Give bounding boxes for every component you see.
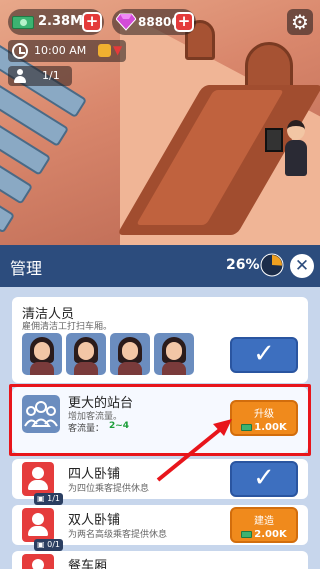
cleaner-avatar: [154, 333, 194, 375]
sleeper2-card: ▣ 0/1 双人卧铺 为两名高级乘客提供休息 建造 2.00K: [12, 505, 308, 551]
cash-amount: 2.38M: [38, 14, 84, 29]
person-icon: [14, 69, 26, 83]
cleaner-avatar: [66, 333, 106, 375]
dining-title: 餐车厢: [68, 559, 108, 569]
progress-percent: 26%: [226, 257, 260, 273]
sleeper2-subtitle: 为两名高级乘客提供休息: [68, 530, 168, 540]
add-gems-button[interactable]: +: [174, 12, 194, 32]
game-scene: [0, 0, 320, 245]
staff-worker-head: [287, 120, 305, 140]
settings-button[interactable]: ⚙: [287, 9, 313, 35]
sleeper2-title: 双人卧铺: [68, 513, 121, 528]
gem-icon: [116, 13, 136, 31]
highlight-frame: [9, 384, 311, 456]
close-button[interactable]: ✕: [290, 254, 314, 278]
monitor: [265, 128, 283, 152]
cleaner-avatar: [110, 333, 150, 375]
progress-pie-icon: [260, 253, 284, 277]
sleeper4-title: 四人卧铺: [68, 467, 121, 482]
passenger-count-display: 1/1: [8, 66, 72, 86]
build-label: 建造: [254, 516, 274, 527]
gear-icon: ⚙: [291, 10, 309, 34]
passenger-icon: [22, 462, 54, 496]
management-panel: 管理 26% ✕ 清洁人员 雇佣清洁工打扫车厢。 ✓ 更大的站台 增加客流量。 …: [0, 245, 320, 569]
staff-worker: [285, 140, 307, 176]
passenger-icon: [22, 554, 54, 569]
game-time: 10:00 AM: [34, 44, 87, 57]
sleeper4-count-badge: ▣ 1/1: [34, 493, 63, 505]
dining-card: 餐车厢: [12, 551, 308, 569]
cash-icon: [12, 16, 34, 29]
build-price: 2.00K: [254, 529, 287, 540]
cleaner-avatar: [22, 333, 62, 375]
sleeper4-subtitle: 为四位乘客提供休息: [68, 484, 150, 494]
panel-header: 管理 26% ✕: [0, 245, 320, 287]
clock-icon: [12, 43, 28, 59]
cleaner-done-button[interactable]: ✓: [230, 337, 298, 373]
bus-icon: [98, 44, 111, 57]
arrow-down-icon: ▼: [113, 43, 123, 57]
passenger-icon: [22, 508, 54, 542]
panel-title: 管理: [10, 259, 43, 278]
cash-icon: [241, 530, 253, 538]
sleeper2-count-badge: ▣ 0/1: [34, 539, 63, 551]
gem-display: 88800 +: [112, 9, 196, 35]
add-cash-button[interactable]: +: [82, 12, 102, 32]
passenger-count: 1/1: [42, 69, 60, 82]
build-button[interactable]: 建造 2.00K: [230, 507, 298, 543]
cleaner-card: 清洁人员 雇佣清洁工打扫车厢。 ✓: [12, 297, 308, 383]
sleeper4-done-button[interactable]: ✓: [230, 461, 298, 497]
sleeper4-card: ▣ 1/1 四人卧铺 为四位乘客提供休息 ✓: [12, 459, 308, 505]
cleaner-subtitle: 雇佣清洁工打扫车厢。: [22, 322, 113, 332]
time-display: 10:00 AM ▼: [8, 40, 126, 62]
cash-display: 2.38M +: [8, 9, 104, 35]
